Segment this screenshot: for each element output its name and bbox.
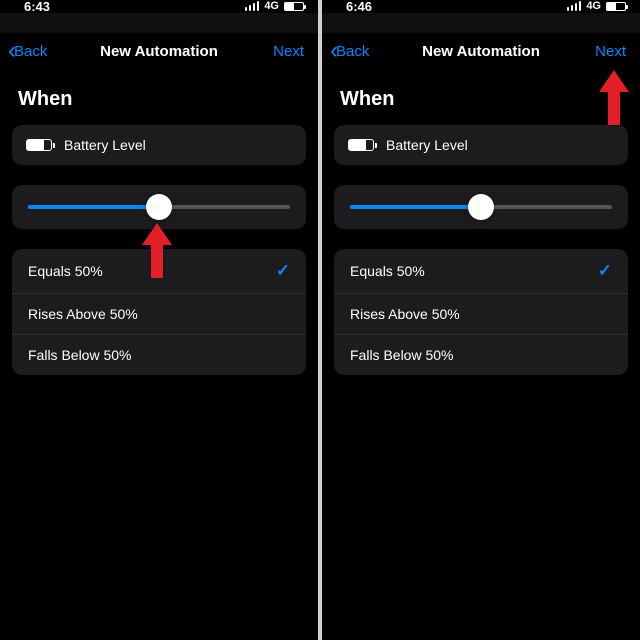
trigger-card[interactable]: Battery Level [334,125,628,165]
slider-fill [350,205,481,209]
back-button[interactable]: ‹ Back [330,39,369,63]
slider-card [334,185,628,229]
option-label: Equals 50% [28,263,103,279]
status-right-cluster: 4G [567,0,626,12]
slider-track[interactable] [28,205,290,209]
status-right-cluster: 4G [245,0,304,12]
battery-icon [26,139,52,151]
battery-status-icon [606,2,626,11]
option-equals[interactable]: Equals 50% ✓ [12,249,306,294]
section-header-when: When [0,78,318,125]
next-button[interactable]: Next [273,43,304,60]
option-falls-below[interactable]: Falls Below 50% [334,335,628,375]
back-label: Back [336,43,369,60]
screen-2: 6:46 4G ‹ Back New Automation Next When … [322,0,640,640]
trigger-card[interactable]: Battery Level [12,125,306,165]
option-rises-above[interactable]: Rises Above 50% [334,294,628,335]
option-label: Rises Above 50% [28,306,138,322]
option-equals[interactable]: Equals 50% ✓ [334,249,628,294]
condition-options: Equals 50% ✓ Rises Above 50% Falls Below… [12,249,306,375]
checkmark-icon: ✓ [276,261,290,281]
page-title: New Automation [422,43,540,60]
navigation-bar: ‹ Back New Automation Next [0,24,318,78]
back-label: Back [14,43,47,60]
slider-thumb[interactable] [146,194,172,220]
checkmark-icon: ✓ [598,261,612,281]
option-label: Falls Below 50% [350,347,454,363]
trigger-label: Battery Level [64,137,146,153]
battery-icon [348,139,374,151]
status-bar: 6:43 4G [0,0,318,14]
option-falls-below[interactable]: Falls Below 50% [12,335,306,375]
section-header-when: When [322,78,640,125]
option-label: Rises Above 50% [350,306,460,322]
slider-track[interactable] [350,205,612,209]
status-time: 6:43 [24,0,50,14]
signal-icon [245,1,260,11]
slider-fill [28,205,159,209]
network-label: 4G [586,0,601,12]
slider-thumb[interactable] [468,194,494,220]
next-button[interactable]: Next [595,43,626,60]
battery-status-icon [284,2,304,11]
option-label: Falls Below 50% [28,347,132,363]
back-button[interactable]: ‹ Back [8,39,47,63]
signal-icon [567,1,582,11]
navigation-bar: ‹ Back New Automation Next [322,24,640,78]
trigger-label: Battery Level [386,137,468,153]
screen-1: 6:43 4G ‹ Back New Automation Next When … [0,0,318,640]
page-title: New Automation [100,43,218,60]
status-time: 6:46 [346,0,372,14]
network-label: 4G [264,0,279,12]
condition-options: Equals 50% ✓ Rises Above 50% Falls Below… [334,249,628,375]
slider-card [12,185,306,229]
status-bar: 6:46 4G [322,0,640,14]
option-label: Equals 50% [350,263,425,279]
option-rises-above[interactable]: Rises Above 50% [12,294,306,335]
